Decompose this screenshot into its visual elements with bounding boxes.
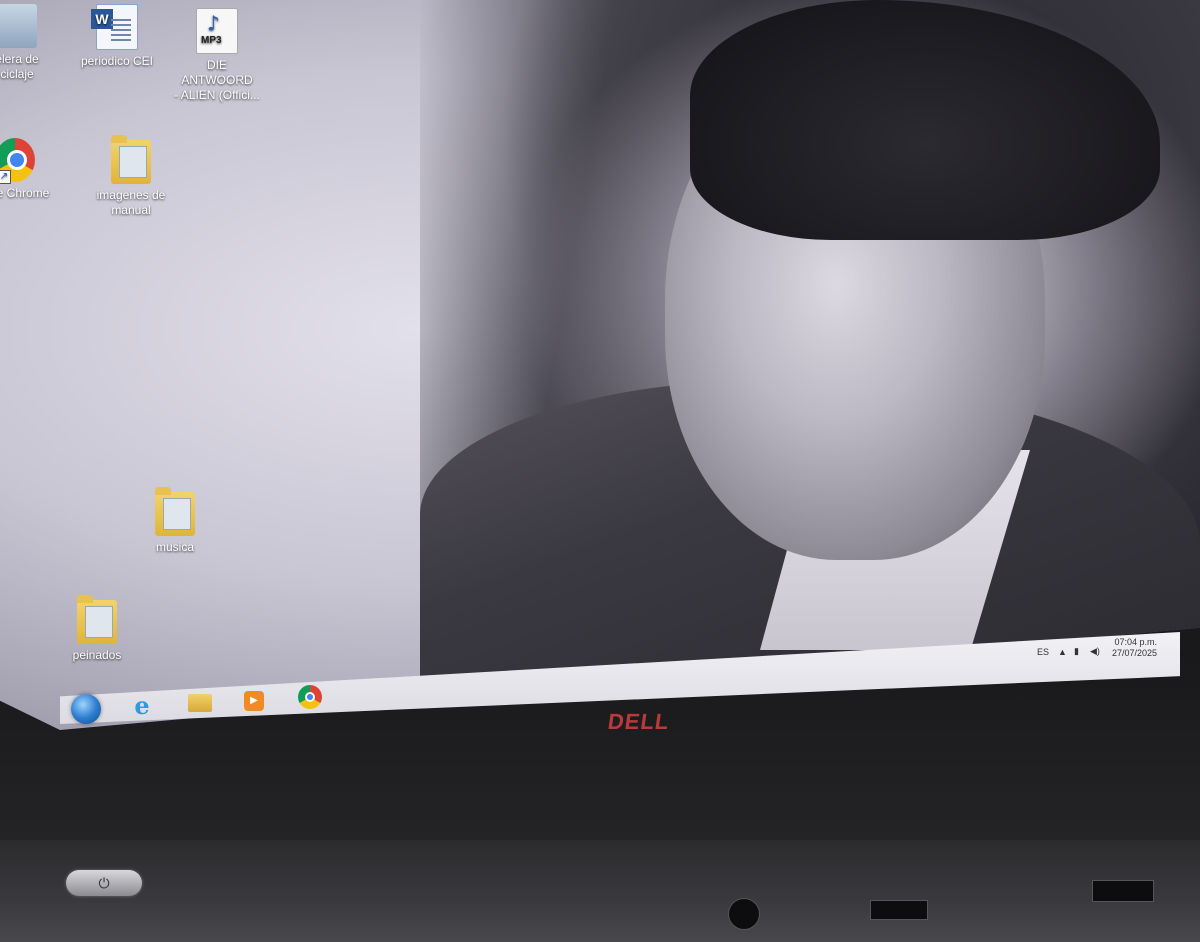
screw-hole [728,898,760,930]
start-button[interactable] [68,694,104,724]
recycle-bin-icon [0,4,37,48]
desktop-icon-musica[interactable]: musica [130,487,220,555]
taskbar-chrome[interactable] [292,682,328,712]
folder-icon [188,694,212,712]
mp3-file-icon [196,8,238,54]
port-slot [870,900,928,920]
show-hidden-icons-button[interactable]: ▲ [1058,647,1067,657]
desktop-icon-label: imagenes de manual [96,188,166,217]
desktop-icon-imagenes-de-manual[interactable]: imagenes de manual [86,135,176,218]
clock-date: 27/07/2025 [1112,648,1158,658]
folder-icon [77,595,117,644]
taskbar-internet-explorer[interactable]: e [124,690,160,720]
word-document-icon [91,4,138,50]
system-clock[interactable]: 07:04 p.m. 27/07/2025 [1112,637,1157,659]
taskbar-file-explorer[interactable] [182,688,218,718]
desktop-icon-die-antwoord[interactable]: DIE ANTWOORD - ALIEN (Offici... [172,8,262,103]
folder-icon [155,487,195,536]
desktop-icon-label: DIE ANTWOORD - ALIEN (Offici... [174,58,260,102]
power-button[interactable]: ⏻ [66,870,142,896]
laptop: elera de ciclaje periodico CEI DIE ANTWO… [0,0,1200,942]
port-slot [1092,880,1154,902]
desktop-icon-label: periodico CEI [80,54,154,68]
folder-icon [111,135,151,184]
power-icon: ⏻ [98,874,110,891]
dell-logo: DELL [606,709,672,734]
desktop-icon-google-chrome[interactable]: ↗ ogle Chrome [0,138,60,201]
network-icon[interactable]: ▮ [1074,646,1079,657]
internet-explorer-icon: e [134,690,150,720]
desktop-icon-peinados[interactable]: peinados [52,595,142,663]
desktop-icon-periodico-cei[interactable]: periodico CEI [72,4,162,69]
media-player-icon: ▶ [244,691,264,711]
desktop-icon-label: musica [155,540,194,554]
volume-icon[interactable]: ◀) [1090,646,1100,657]
desktop-screen: elera de ciclaje periodico CEI DIE ANTWO… [0,0,1200,730]
chrome-icon: ↗ [0,138,35,184]
language-indicator[interactable]: ES [1037,647,1049,657]
desktop-icon-label: elera de ciclaje [0,52,39,81]
keyboard-deck [0,840,1200,942]
windows-start-orb-icon [71,694,101,724]
shortcut-arrow-icon: ↗ [0,170,11,184]
chrome-icon [298,685,322,709]
desktop-icon-recycle-bin[interactable]: elera de ciclaje [0,4,62,82]
clock-time: 07:04 p.m. [1114,637,1158,647]
taskbar-media-player[interactable]: ▶ [236,686,272,716]
desktop-icon-label: ogle Chrome [0,186,50,200]
desktop-icon-label: peinados [72,648,122,662]
